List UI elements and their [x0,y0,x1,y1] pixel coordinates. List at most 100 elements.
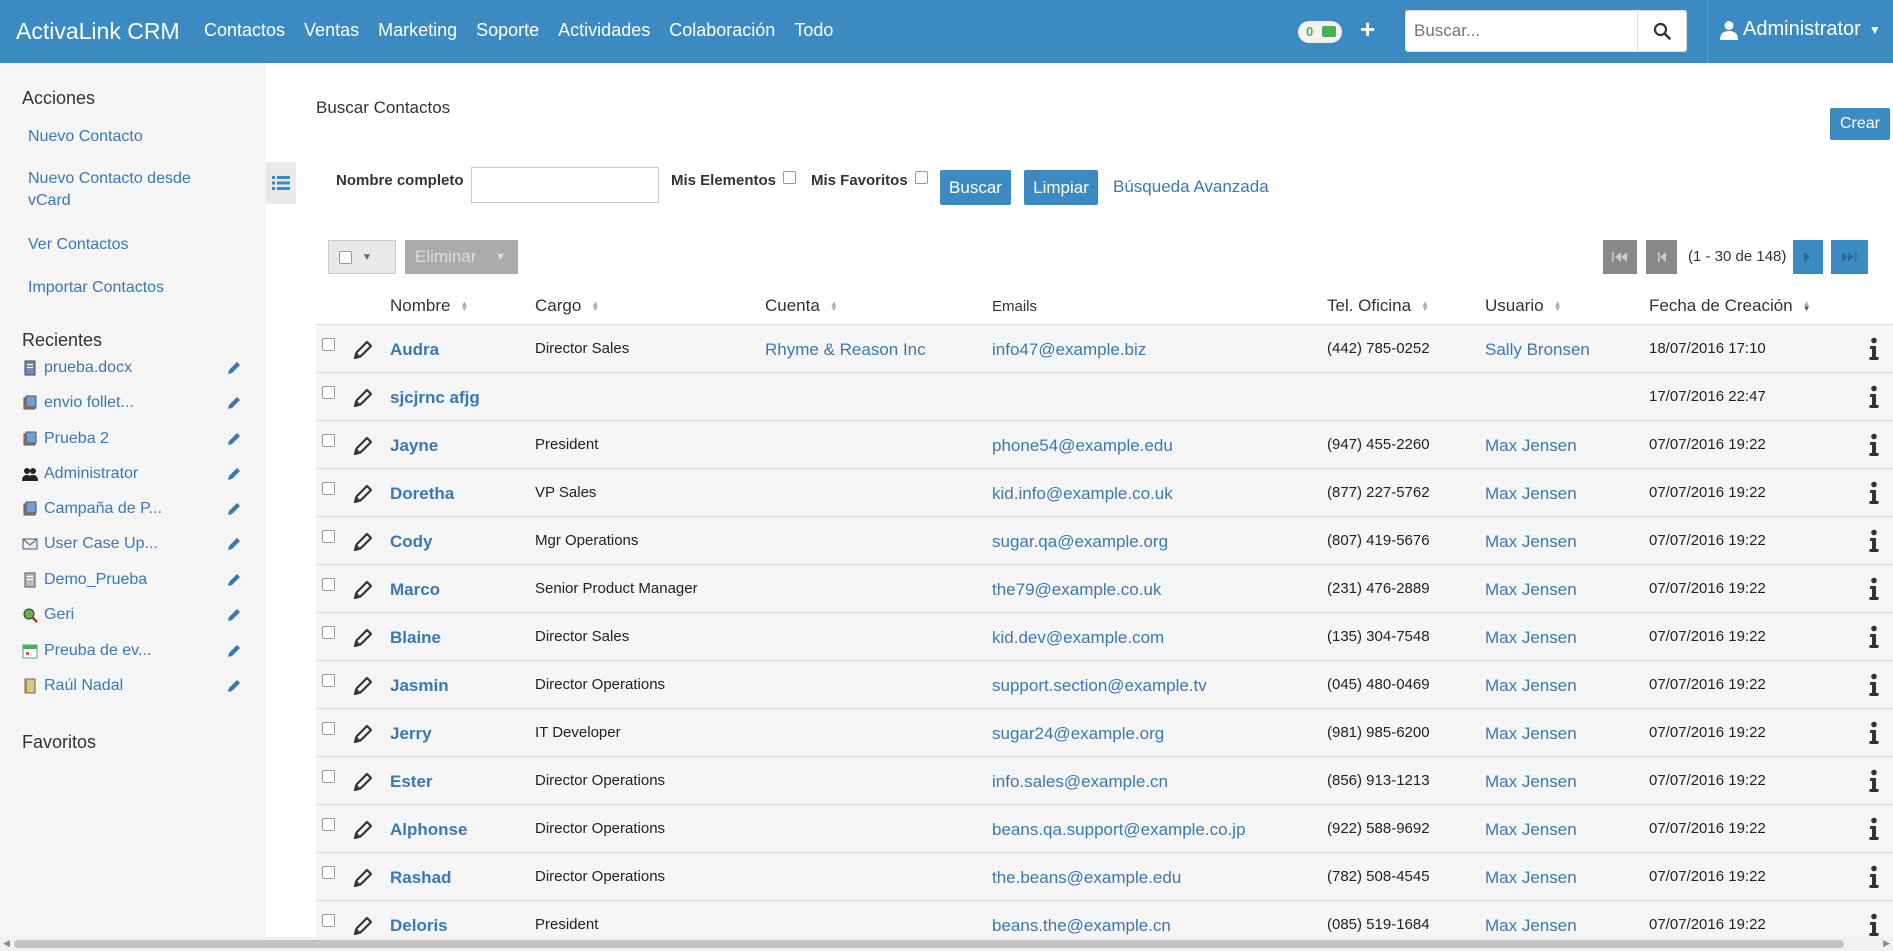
assigned-user-link[interactable]: Max Jensen [1485,532,1577,552]
info-icon[interactable] [1868,529,1880,553]
contact-name-link[interactable]: Jayne [390,436,438,456]
contact-email-link[interactable]: the79@example.co.uk [992,580,1161,600]
nav-soporte[interactable]: Soporte [476,20,539,41]
row-checkbox[interactable] [322,434,335,447]
contact-email-link[interactable]: sugar.qa@example.org [992,532,1168,552]
assigned-user-link[interactable]: Max Jensen [1485,772,1577,792]
contact-name-link[interactable]: Ester [390,772,433,792]
column-header-cargo[interactable]: Cargo ▲ ▼ [535,296,599,316]
recent-item-link[interactable]: Campaña de P... [44,500,226,518]
contact-name-link[interactable]: Jasmin [390,676,449,696]
column-header-tel-oficina[interactable]: Tel. Oficina ▲ ▼ [1327,296,1429,316]
advanced-search-link[interactable]: Búsqueda Avanzada [1113,177,1269,197]
contact-name-link[interactable]: Alphonse [390,820,467,840]
info-icon[interactable] [1868,865,1880,889]
assigned-user-link[interactable]: Max Jensen [1485,676,1577,696]
pencil-icon[interactable] [226,466,242,482]
recent-item-link[interactable]: Prueba 2 [44,430,226,448]
contact-name-link[interactable]: Cody [390,532,433,552]
scroll-right-icon[interactable]: ▶ [1883,938,1890,949]
assigned-user-link[interactable]: Max Jensen [1485,868,1577,888]
column-header-nombre[interactable]: Nombre ▲ ▼ [390,296,468,316]
scroll-left-icon[interactable]: ◀ [3,938,10,949]
info-icon[interactable] [1868,577,1880,601]
contact-email-link[interactable]: info.sales@example.cn [992,772,1168,792]
pencil-icon[interactable] [352,435,374,457]
clear-filter-button[interactable]: Limpiar [1024,170,1098,205]
row-checkbox[interactable] [322,674,335,687]
row-checkbox[interactable] [322,338,335,351]
contact-email-link[interactable]: info47@example.biz [992,340,1146,360]
info-icon[interactable] [1868,481,1880,505]
user-menu[interactable]: Administrator ▼ [1720,18,1881,41]
pencil-icon[interactable] [226,678,242,694]
row-checkbox[interactable] [322,818,335,831]
assigned-user-link[interactable]: Max Jensen [1485,724,1577,744]
my-favorites-checkbox[interactable] [915,171,928,184]
column-header-usuario[interactable]: Usuario ▲ ▼ [1485,296,1562,316]
name-filter-input[interactable] [471,167,659,203]
row-checkbox[interactable] [322,530,335,543]
quick-create-plus-icon[interactable]: + [1360,14,1375,45]
search-button[interactable] [1637,10,1687,52]
bulk-select-dropdown[interactable]: ▼ [328,240,396,274]
contact-email-link[interactable]: beans.qa.support@example.co.jp [992,820,1246,840]
row-checkbox[interactable] [322,578,335,591]
info-icon[interactable] [1868,625,1880,649]
recent-item-link[interactable]: Preuba de ev... [44,642,226,660]
create-button[interactable]: Crear [1830,108,1890,140]
contact-name-link[interactable]: Rashad [390,868,451,888]
row-checkbox[interactable] [322,722,335,735]
pencil-icon[interactable] [226,572,242,588]
nav-contactos[interactable]: Contactos [204,20,285,41]
select-all-checkbox[interactable] [339,250,352,264]
contact-name-link[interactable]: Jerry [390,724,432,744]
contact-email-link[interactable]: beans.the@example.cn [992,916,1171,936]
nav-colaboracion[interactable]: Colaboración [669,20,775,41]
pencil-icon[interactable] [352,915,374,937]
action-new-contact-vcard[interactable]: Nuevo Contacto desde vCard [22,168,222,212]
nav-marketing[interactable]: Marketing [378,20,457,41]
list-view-toggle[interactable] [266,162,296,204]
recent-item-link[interactable]: Geri [44,606,226,624]
contact-email-link[interactable]: kid.info@example.co.uk [992,484,1173,504]
info-icon[interactable] [1868,433,1880,457]
assigned-user-link[interactable]: Max Jensen [1485,580,1577,600]
brand-logo[interactable]: ActivaLink CRM [16,18,180,45]
contact-name-link[interactable]: Marco [390,580,440,600]
pencil-icon[interactable] [226,360,242,376]
column-header-cuenta[interactable]: Cuenta ▲ ▼ [765,296,838,316]
row-checkbox[interactable] [322,914,335,927]
contact-account-link[interactable]: Rhyme & Reason Inc [765,340,926,360]
contact-name-link[interactable]: Audra [390,340,439,360]
contact-email-link[interactable]: phone54@example.edu [992,436,1173,456]
delete-button[interactable]: Eliminar ▼ [405,240,518,274]
nav-ventas[interactable]: Ventas [304,20,359,41]
recent-item-link[interactable]: Raúl Nadal [44,677,226,695]
recent-item-link[interactable]: Demo_Prueba [44,571,226,589]
assigned-user-link[interactable]: Max Jensen [1485,916,1577,936]
scrollbar-thumb[interactable] [14,940,1844,948]
pencil-icon[interactable] [226,431,242,447]
pencil-icon[interactable] [352,579,374,601]
pencil-icon[interactable] [226,536,242,552]
pencil-icon[interactable] [352,867,374,889]
contact-name-link[interactable]: sjcjrnc afjg [390,388,480,408]
first-page-button[interactable] [1603,240,1637,274]
action-new-contact[interactable]: Nuevo Contacto [28,126,143,148]
nav-todo[interactable]: Todo [794,20,833,41]
search-filter-button[interactable]: Buscar [940,170,1011,205]
pencil-icon[interactable] [352,483,374,505]
contact-name-link[interactable]: Doretha [390,484,454,504]
contact-email-link[interactable]: sugar24@example.org [992,724,1164,744]
recent-item-link[interactable]: User Case Up... [44,535,226,553]
my-items-checkbox[interactable] [783,171,796,184]
info-icon[interactable] [1868,769,1880,793]
assigned-user-link[interactable]: Max Jensen [1485,484,1577,504]
pencil-icon[interactable] [226,395,242,411]
pencil-icon[interactable] [226,643,242,659]
recent-item-link[interactable]: prueba.docx [44,359,226,377]
row-checkbox[interactable] [322,386,335,399]
column-header-fecha-creacion[interactable]: Fecha de Creación ▲ ▼ [1649,296,1811,316]
action-view-contacts[interactable]: Ver Contactos [28,234,129,256]
